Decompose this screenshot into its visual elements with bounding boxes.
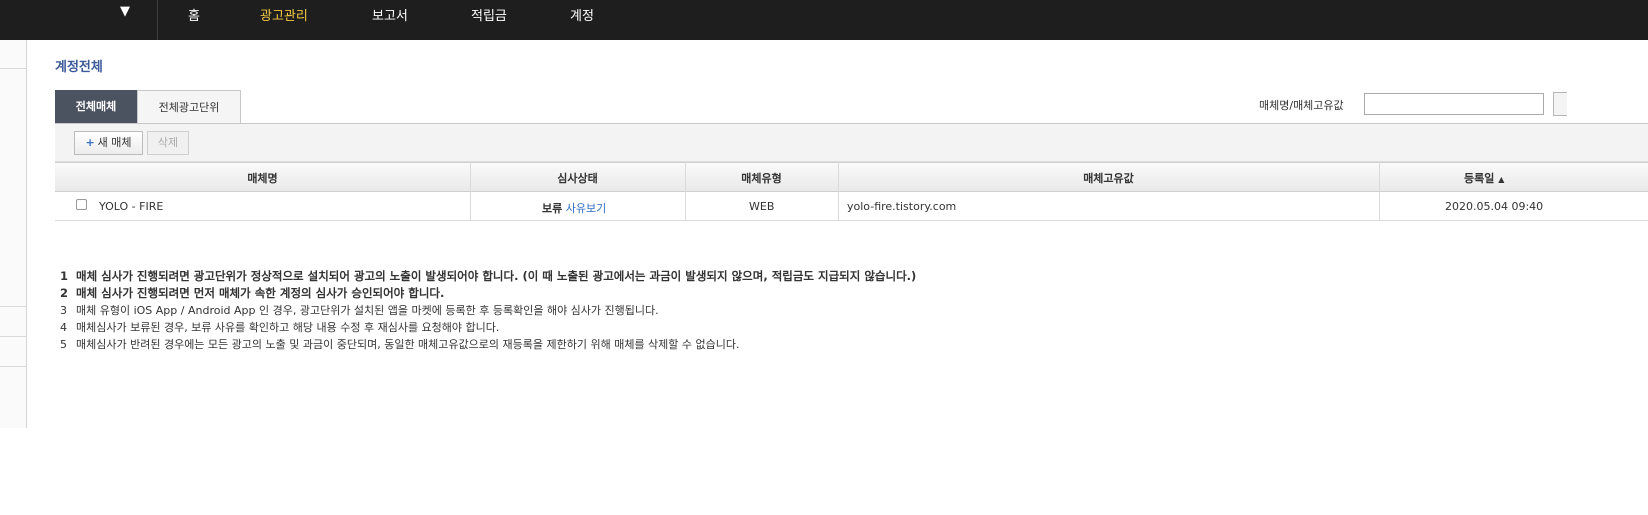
search-button[interactable]: [1553, 92, 1567, 116]
search-label: 매체명/매체고유값: [1259, 99, 1344, 112]
note-number: 2: [60, 286, 69, 300]
nav-item-account[interactable]: 계정: [570, 5, 594, 24]
note-item: 1 매체 심사가 진행되려면 광고단위가 정상적으로 설치되어 광고의 노출이 발…: [60, 268, 916, 285]
plus-icon: +: [85, 136, 95, 149]
column-divider: [470, 162, 471, 221]
nav-item-reports[interactable]: 보고서: [372, 5, 408, 24]
nav-item-credits[interactable]: 적립금: [471, 5, 507, 24]
note-text: 매체 유형이 iOS App / Android App 인 경우, 광고단위가…: [76, 304, 659, 317]
note-text: 매체 심사가 진행되려면 먼저 매체가 속한 계정의 심사가 승인되어야 합니다…: [76, 286, 445, 300]
note-text: 매체 심사가 진행되려면 광고단위가 정상적으로 설치되어 광고의 노출이 발생…: [76, 269, 917, 283]
sidebar-divider: [0, 366, 26, 367]
sort-ascending-icon: ▲: [1498, 175, 1505, 184]
review-status: 보류 사유보기: [542, 200, 606, 216]
new-media-label: 새 매체: [97, 136, 132, 149]
status-text: 보류: [542, 202, 563, 215]
nav-item-home[interactable]: 홈: [188, 5, 200, 24]
help-notes: 1 매체 심사가 진행되려면 광고단위가 정상적으로 설치되어 광고의 노출이 발…: [60, 268, 916, 353]
table-header: 매체명 심사상태 매체유형 매체고유값 등록일 ▲: [55, 162, 1648, 192]
search-input[interactable]: [1364, 93, 1544, 115]
column-header-unique-id[interactable]: 매체고유값: [838, 170, 1379, 186]
note-number: 4: [60, 321, 67, 334]
note-item: 3 매체 유형이 iOS App / Android App 인 경우, 광고단위…: [60, 302, 916, 319]
note-number: 5: [60, 338, 67, 351]
top-nav-bar: ▼ 홈 광고관리 보고서 적립금 계정: [0, 0, 1648, 40]
media-type: WEB: [749, 200, 775, 213]
registered-date: 2020.05.04 09:40: [1445, 200, 1544, 213]
note-item: 4 매체심사가 보류된 경우, 보류 사유를 확인하고 해당 내용 수정 후 재심…: [60, 319, 916, 336]
tab-all-ad-units[interactable]: 전체광고단위: [137, 90, 241, 123]
note-number: 3: [60, 304, 67, 317]
note-text: 매체심사가 보류된 경우, 보류 사유를 확인하고 해당 내용 수정 후 재심사…: [76, 321, 500, 334]
view-reason-link[interactable]: 사유보기: [566, 202, 606, 215]
column-header-type[interactable]: 매체유형: [685, 170, 838, 186]
media-unique-id: yolo-fire.tistory.com: [847, 200, 957, 213]
sidebar-divider: [0, 68, 26, 69]
column-header-status[interactable]: 심사상태: [470, 170, 685, 186]
page-title: 계정전체: [55, 60, 103, 75]
new-media-button[interactable]: + 새 매체: [74, 131, 143, 155]
column-header-registered[interactable]: 등록일 ▲: [1464, 170, 1504, 186]
note-text: 매체심사가 반려된 경우에는 모든 광고의 노출 및 과금이 중단되며, 동일한…: [76, 338, 740, 351]
column-header-name[interactable]: 매체명: [55, 170, 470, 186]
left-sidebar: [0, 40, 27, 428]
note-number: 1: [60, 269, 69, 283]
account-dropdown-icon[interactable]: ▼: [115, 4, 135, 22]
delete-button[interactable]: 삭제: [147, 131, 189, 155]
registered-label: 등록일: [1464, 172, 1495, 185]
nav-divider: [157, 0, 158, 40]
row-checkbox[interactable]: [76, 199, 87, 210]
table-row: YOLO - FIRE 보류 사유보기 WEB yolo-fire.tistor…: [55, 192, 1648, 221]
nav-item-ad-management[interactable]: 광고관리: [260, 5, 308, 24]
note-item: 2 매체 심사가 진행되려면 먼저 매체가 속한 계정의 심사가 승인되어야 합니…: [60, 285, 916, 302]
column-divider: [1379, 162, 1380, 221]
sidebar-divider: [0, 336, 26, 337]
table-toolbar: + 새 매체 삭제: [55, 124, 1648, 162]
note-item: 5 매체심사가 반려된 경우에는 모든 광고의 노출 및 과금이 중단되며, 동일…: [60, 336, 916, 353]
column-divider: [838, 162, 839, 221]
media-name: YOLO - FIRE: [99, 200, 164, 213]
sidebar-divider: [0, 306, 26, 307]
tab-all-media[interactable]: 전체매체: [55, 90, 137, 123]
column-divider: [685, 162, 686, 221]
